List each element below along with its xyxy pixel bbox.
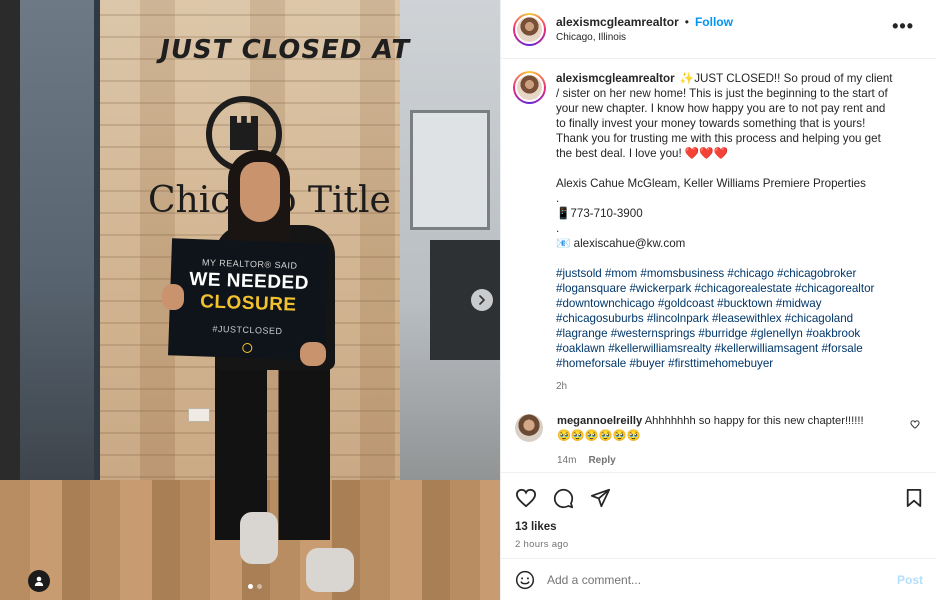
post-comment-button[interactable]: Post (897, 573, 923, 587)
like-button[interactable] (515, 488, 537, 508)
separator: • (684, 15, 689, 29)
heart-icon (515, 488, 537, 508)
carousel-dot (257, 584, 262, 589)
author-avatar[interactable] (513, 12, 546, 46)
wall-outlet (188, 408, 210, 422)
comment-input[interactable] (547, 572, 897, 587)
photo-background (20, 0, 100, 500)
heart-emojis: ❤️❤️❤️ (684, 147, 729, 160)
caption-hashtags[interactable]: #justsold #mom #momsbusiness #chicago #c… (556, 266, 896, 371)
comment-composer: Post (501, 558, 936, 600)
commenter-avatar[interactable] (515, 414, 543, 442)
user-tag-icon (34, 576, 44, 586)
caption-signature: Alexis Cahue McGleam, Keller Williams Pr… (556, 177, 866, 190)
carousel-next-button[interactable] (471, 289, 493, 311)
comment-item: megannoelreilly Ahhhhhhh so happy for th… (513, 414, 920, 468)
person (162, 284, 184, 310)
caption-email: 📧 alexiscahue@kw.com (556, 237, 686, 250)
caption-text: alexismcgleamrealtor ✨JUST CLOSED!! So p… (556, 71, 896, 394)
share-button[interactable] (590, 488, 611, 508)
placard-line: CLOSURE (199, 291, 297, 316)
person (306, 548, 354, 592)
badge-icon (241, 342, 252, 354)
photo-background (410, 110, 490, 230)
reply-button[interactable]: Reply (588, 453, 615, 468)
paper-plane-icon (590, 488, 611, 508)
commenter-username[interactable]: megannoelreilly (557, 415, 642, 427)
smiley-icon (515, 570, 535, 589)
comment-meta: 14m Reply (557, 453, 877, 468)
author-info: alexismcgleamrealtor • Follow Chicago, I… (556, 15, 733, 43)
emoji-button[interactable] (515, 570, 535, 590)
carousel-indicator (248, 584, 262, 589)
wall-sign-title: JUST CLOSED AT (157, 35, 413, 65)
person (240, 162, 280, 222)
post-location[interactable]: Chicago, Illinois (556, 32, 733, 43)
caption-dot: . (556, 192, 560, 205)
speech-bubble-icon (553, 488, 574, 508)
author-line: alexismcgleamrealtor • Follow (556, 15, 733, 29)
follow-button[interactable]: Follow (695, 15, 733, 29)
comment-button[interactable] (553, 488, 574, 509)
comment-content: megannoelreilly Ahhhhhhh so happy for th… (557, 414, 877, 468)
carousel-dot (248, 584, 253, 589)
person (240, 512, 278, 564)
caption-avatar[interactable] (513, 71, 546, 104)
comment-time[interactable]: 14m (557, 453, 576, 468)
like-count[interactable]: 13 likes (515, 521, 923, 533)
post-actions: 13 likes 2 hours ago (501, 472, 936, 550)
post-photo[interactable]: JUST CLOSED AT Chicago Title MY REALTOR®… (0, 0, 500, 600)
caption-username[interactable]: alexismcgleamrealtor (556, 72, 675, 85)
post-timestamp: 2 hours ago (515, 539, 569, 550)
caption-dot: . (556, 222, 560, 235)
author-username[interactable]: alexismcgleamrealtor (556, 15, 679, 29)
save-button[interactable] (905, 488, 923, 508)
placard-line: MY REALTOR® SAID (201, 257, 298, 271)
caption-time[interactable]: 2h (556, 379, 896, 394)
post-header: alexismcgleamrealtor • Follow Chicago, I… (501, 0, 936, 59)
person (300, 342, 326, 366)
photo-background (400, 0, 500, 500)
avatar-image (515, 14, 544, 44)
avatar-image (515, 73, 544, 102)
placard-line: #JUSTCLOSED (212, 323, 283, 337)
post-detail-panel: alexismcgleamrealtor • Follow Chicago, I… (500, 0, 936, 600)
chevron-right-icon (479, 295, 485, 305)
heart-outline-icon (910, 420, 920, 429)
comment-like-button[interactable] (910, 420, 920, 429)
instagram-post-view: JUST CLOSED AT Chicago Title MY REALTOR®… (0, 0, 936, 600)
post-comments-area: alexismcgleamrealtor ✨JUST CLOSED!! So p… (501, 59, 936, 471)
caption: alexismcgleamrealtor ✨JUST CLOSED!! So p… (513, 71, 920, 394)
action-icons (515, 485, 923, 511)
bookmark-icon (906, 489, 922, 507)
caption-phone: 📱773-710-3900 (556, 207, 643, 220)
more-options-button[interactable]: ••• (892, 16, 914, 37)
tagged-users-button[interactable] (28, 570, 50, 592)
